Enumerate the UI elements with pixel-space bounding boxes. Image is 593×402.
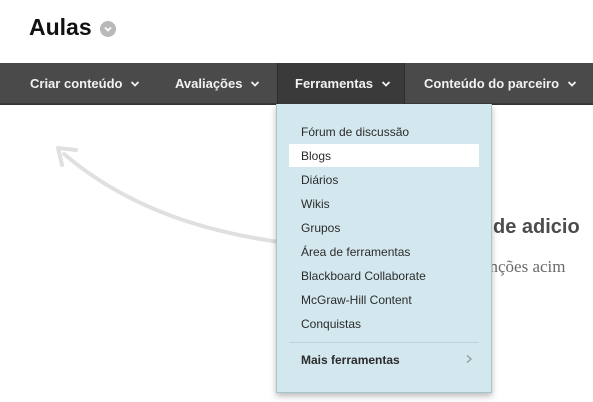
empty-state-heading: de adicio [493, 216, 580, 238]
menu-item-conquistas[interactable]: Conquistas [289, 312, 479, 335]
menu-divider [289, 342, 479, 343]
menu-item-wikis[interactable]: Wikis [289, 192, 479, 215]
menu-item-forum[interactable]: Fórum de discussão [289, 120, 479, 143]
menu-item-mcgraw-hill-content[interactable]: McGraw-Hill Content [289, 288, 479, 311]
menu-item-diarios[interactable]: Diários [289, 168, 479, 191]
menu-item-label: Mais ferramentas [301, 353, 400, 367]
chevron-down-icon [381, 79, 391, 89]
ferramentas-dropdown-menu: Fórum de discussão Blogs Diários Wikis G… [276, 104, 492, 393]
nav-item-label: Ferramentas [295, 76, 374, 91]
chevron-down-icon [130, 79, 140, 89]
chevron-down-icon [567, 79, 577, 89]
empty-state-subtext: unções acim [481, 257, 566, 276]
nav-item-label: Avaliações [175, 76, 243, 91]
page-title: Aulas [29, 14, 92, 40]
menu-item-area-de-ferramentas[interactable]: Área de ferramentas [289, 240, 479, 263]
nav-avaliacoes[interactable]: Avaliações [160, 63, 275, 104]
menu-item-grupos[interactable]: Grupos [289, 216, 479, 239]
content-action-bar: Criar conteúdo Avaliações Ferramentas Co… [0, 63, 593, 105]
nav-criar-conteudo[interactable]: Criar conteúdo [0, 63, 160, 104]
page: Aulas de adicio unções acim Criar conteú… [0, 0, 593, 402]
nav-conteudo-do-parceiro[interactable]: Conteúdo do parceiro [407, 63, 593, 104]
nav-item-label: Conteúdo do parceiro [424, 76, 560, 91]
title-options-chevron-icon[interactable] [99, 20, 116, 37]
chevron-down-icon [250, 79, 260, 89]
curved-arrow-icon [56, 146, 297, 246]
nav-ferramentas[interactable]: Ferramentas [277, 63, 405, 104]
chevron-right-icon [465, 353, 473, 367]
nav-item-label: Criar conteúdo [30, 76, 123, 91]
menu-item-mais-ferramentas[interactable]: Mais ferramentas [289, 348, 479, 372]
menu-item-blogs[interactable]: Blogs [289, 144, 479, 167]
menu-item-blackboard-collaborate[interactable]: Blackboard Collaborate [289, 264, 479, 287]
page-header: Aulas [29, 16, 116, 39]
